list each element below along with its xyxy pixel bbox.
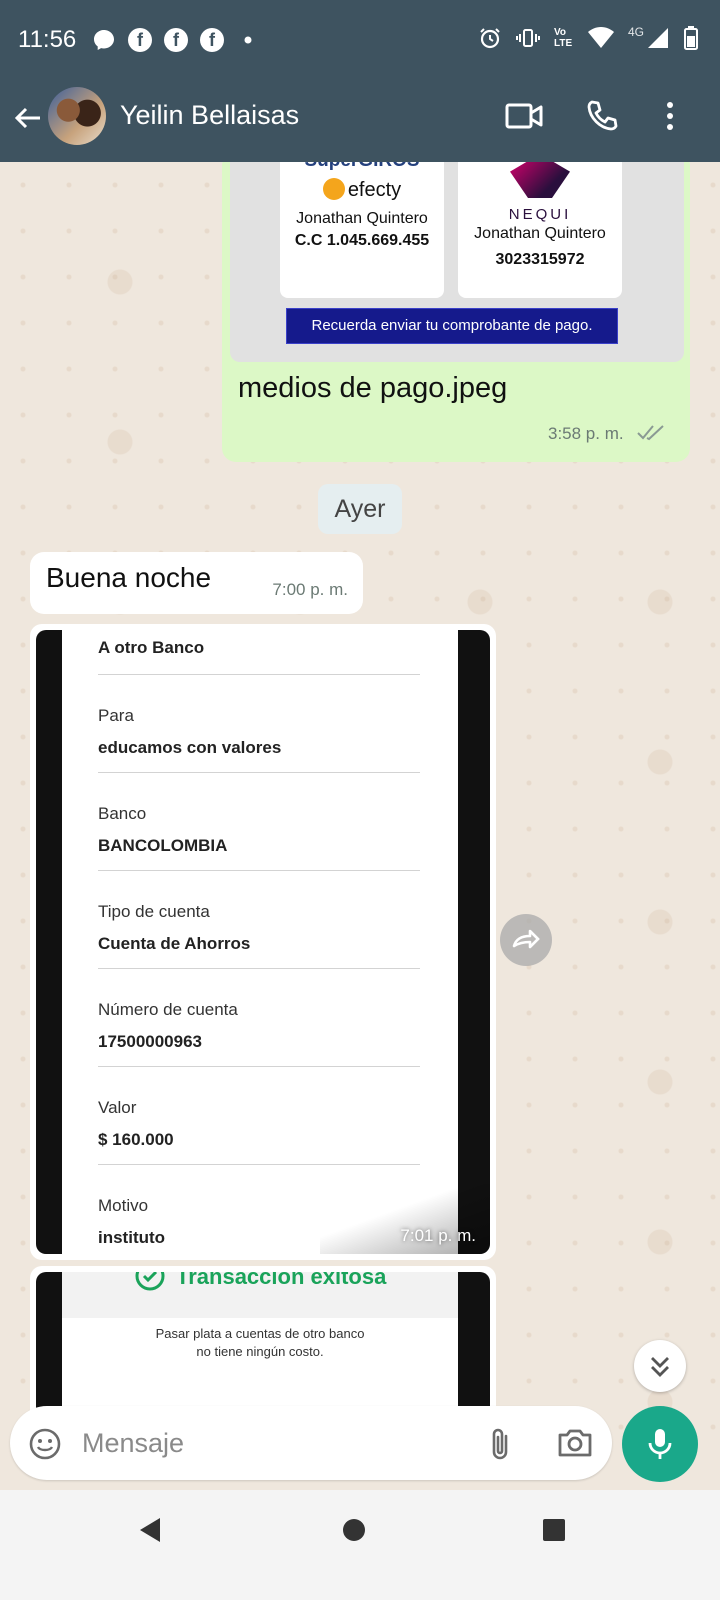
receipt-field-label: Número de cuenta: [98, 1000, 238, 1019]
success-check-icon: [135, 1272, 165, 1291]
divider: [98, 674, 420, 675]
nav-home-icon[interactable]: [340, 1516, 368, 1544]
video-call-icon[interactable]: [504, 100, 544, 132]
receipt-field-value: BANCOLOMBIA: [98, 836, 228, 855]
receipt-note: Pasar plata a cuentas de otro banco: [155, 1326, 365, 1341]
divider: [98, 870, 420, 871]
supergiros-efecty-card: SuperGIROS efecty Jonathan Quintero C.C …: [280, 162, 444, 298]
wifi-icon: [587, 27, 614, 48]
status-time: 11:56: [18, 26, 77, 53]
emoji-icon[interactable]: [28, 1427, 62, 1461]
nequi-card: NEQUI Jonathan Quintero 3023315972: [458, 162, 622, 298]
facebook-icon: f: [128, 28, 152, 52]
status-bar: 11:56 f f f Vo LTE 4G: [0, 0, 720, 84]
voice-call-icon[interactable]: [584, 98, 620, 134]
double-chevron-down-icon: [651, 1357, 669, 1377]
transfer-type: A otro Banco: [98, 638, 205, 657]
divider: [98, 1164, 420, 1165]
message-time: 3:58 p. m.: [548, 424, 624, 443]
chat-area[interactable]: SuperGIROS efecty Jonathan Quintero C.C …: [0, 162, 720, 1430]
receipt-field-label: Para: [98, 706, 134, 725]
microphone-icon: [648, 1429, 672, 1459]
image-caption: medios de pago.jpeg: [238, 372, 508, 404]
voice-message-button[interactable]: [622, 1406, 698, 1482]
receipt-content: A otro Banco Para educamos con valores B…: [62, 630, 458, 1254]
message-input[interactable]: Mensaje: [82, 1428, 184, 1459]
nequi-phone: 3023315972: [495, 251, 585, 268]
back-arrow-icon[interactable]: [12, 102, 44, 134]
messenger-icon: [94, 30, 114, 50]
payment-reminder-bar: Recuerda enviar tu comprobante de pago.: [286, 308, 618, 344]
alarm-icon: [480, 28, 500, 49]
receipt-field-label: Tipo de cuenta: [98, 902, 210, 921]
forward-button[interactable]: [500, 914, 552, 966]
receipt-field-label: Banco: [98, 804, 147, 823]
divider: [98, 1066, 420, 1067]
avatar[interactable]: [48, 87, 106, 145]
incoming-text-message[interactable]: Buena noche 7:00 p. m.: [30, 552, 363, 614]
facebook-icon: f: [164, 28, 188, 52]
date-divider: Ayer: [318, 484, 402, 534]
receipt-title: Transacción exitosa: [176, 1272, 387, 1289]
chat-header: Yeilin Bellaisas: [0, 84, 720, 162]
message-text: Buena noche: [46, 562, 212, 593]
receipt-field-value: educamos con valores: [98, 738, 282, 757]
efecty-logo: efecty: [280, 178, 444, 202]
receipt-field-value: Cuenta de Ahorros: [98, 934, 251, 953]
divider: [98, 968, 420, 969]
attach-icon[interactable]: [486, 1426, 516, 1462]
more-options-icon[interactable]: [660, 100, 680, 132]
contact-name[interactable]: Yeilin Bellaisas: [120, 100, 299, 131]
payment-methods-image[interactable]: SuperGIROS efecty Jonathan Quintero C.C …: [230, 162, 684, 362]
vibrate-icon: [515, 29, 540, 47]
receipt-note: no tiene ningún costo.: [196, 1344, 324, 1359]
divider: [98, 772, 420, 773]
receipt-field-label: Valor: [98, 1098, 137, 1117]
nav-recents-icon[interactable]: [540, 1516, 568, 1544]
receipt-field-value: 17500000963: [98, 1032, 203, 1051]
transfer-receipt-image[interactable]: A otro Banco Para educamos con valores B…: [36, 630, 490, 1254]
receipt-field-value: $ 160.000: [98, 1130, 174, 1149]
nav-back-icon[interactable]: [136, 1516, 164, 1544]
signal-icon: [648, 28, 668, 48]
battery-icon: [684, 26, 698, 50]
system-navigation-bar: [0, 1490, 720, 1600]
supergiros-logo: SuperGIROS: [280, 162, 444, 172]
nequi-logo-icon: [510, 162, 570, 198]
receipt-field-value: instituto: [98, 1228, 166, 1247]
double-check-icon: [637, 425, 664, 441]
incoming-image-message[interactable]: A otro Banco Para educamos con valores B…: [30, 624, 496, 1260]
id-number: C.C 1.045.669.455: [294, 232, 430, 249]
camera-icon[interactable]: [556, 1426, 594, 1460]
more-notifications-dot-icon: [244, 36, 252, 44]
message-time: 7:00 p. m.: [272, 580, 348, 599]
nequi-label: NEQUI: [508, 206, 572, 223]
message-time: 7:01 p. m.: [400, 1226, 476, 1245]
message-composer[interactable]: Mensaje: [10, 1406, 612, 1480]
receipt-field-label: Motivo: [98, 1196, 149, 1215]
scroll-to-bottom-button[interactable]: [634, 1340, 686, 1392]
account-holder-name: Jonathan Quintero: [474, 225, 606, 242]
facebook-icon: f: [200, 28, 224, 52]
volte-icon: Vo LTE: [553, 27, 573, 49]
account-holder-name: Jonathan Quintero: [296, 210, 428, 227]
network-type: 4G: [627, 25, 644, 39]
forward-icon: [512, 929, 540, 949]
